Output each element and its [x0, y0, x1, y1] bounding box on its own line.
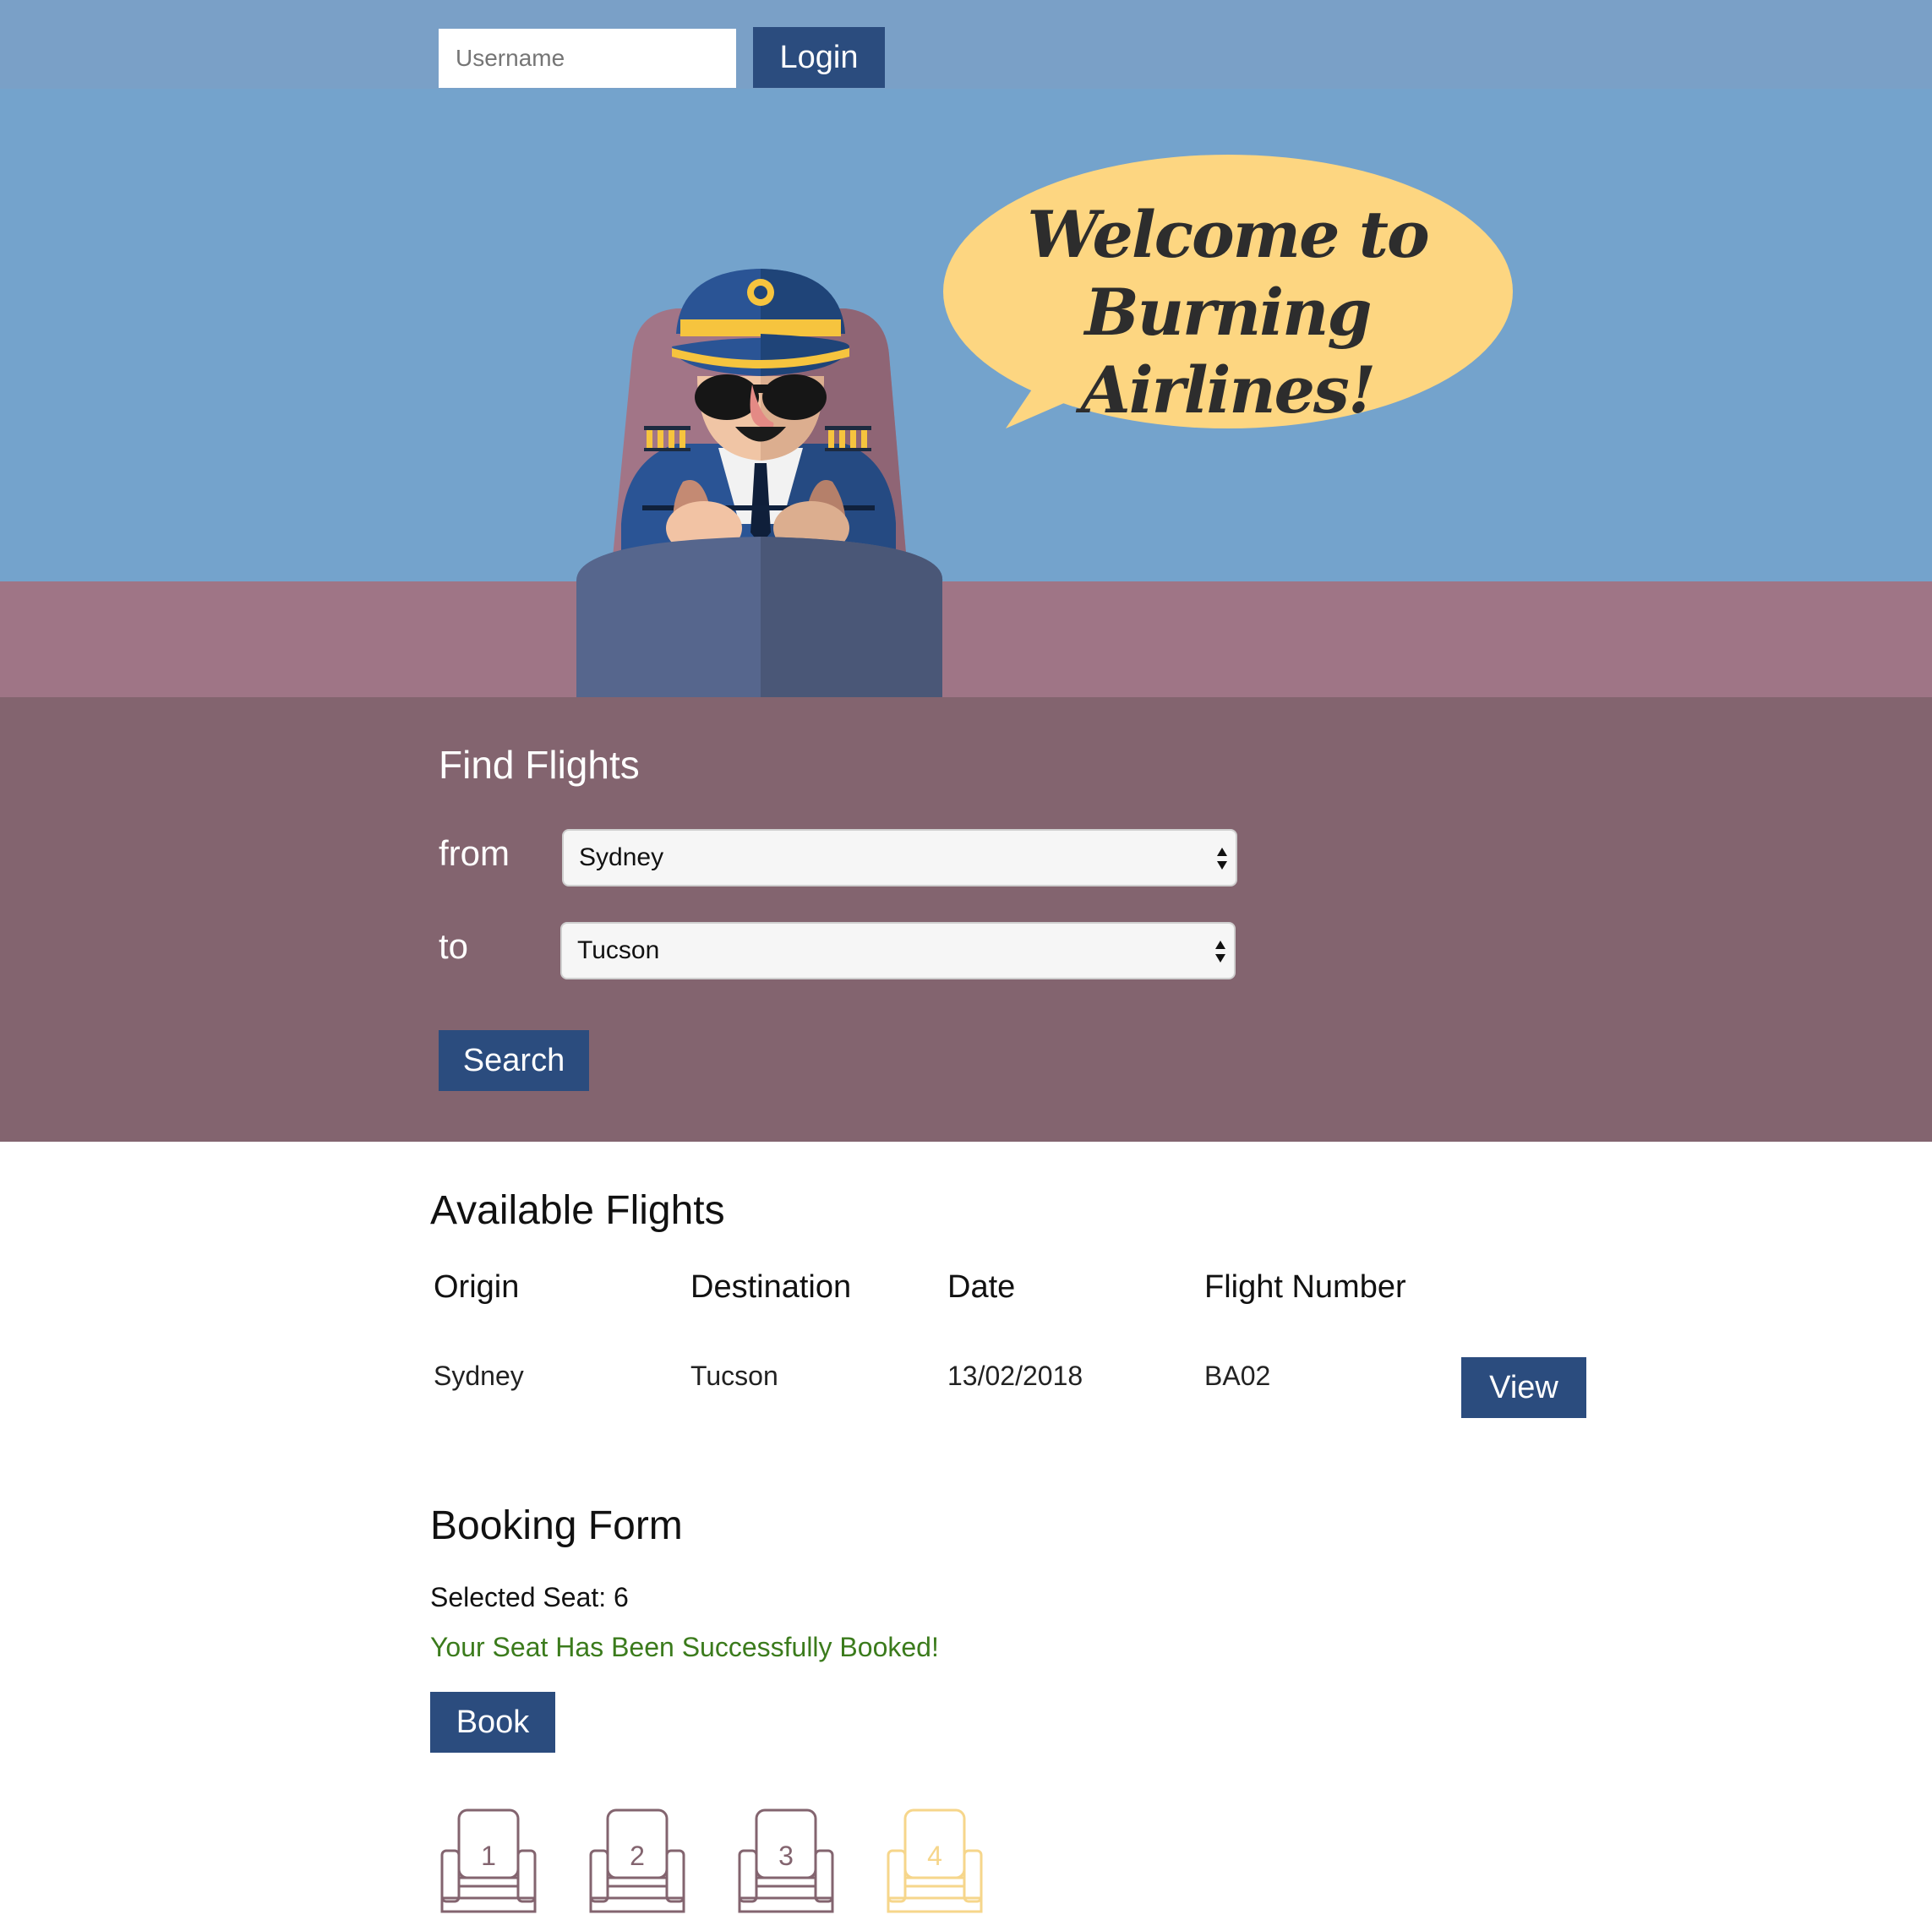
- to-select-value: Tucson: [577, 936, 660, 964]
- search-button[interactable]: Search: [439, 1030, 589, 1091]
- find-flights-title: Find Flights: [439, 743, 640, 787]
- from-select[interactable]: Sydney: [562, 829, 1237, 886]
- column-header-date: Date: [947, 1269, 1016, 1305]
- view-flight-button[interactable]: View: [1461, 1357, 1586, 1418]
- cell-origin: Sydney: [434, 1361, 524, 1391]
- seat-number: 2: [630, 1841, 645, 1871]
- booking-form-title: Booking Form: [430, 1503, 683, 1548]
- column-header-flight-number: Flight Number: [1204, 1269, 1406, 1305]
- seat-number: 4: [927, 1841, 942, 1871]
- success-message: Your Seat Has Been Successfully Booked!: [430, 1632, 939, 1662]
- select-arrows-icon: [1215, 941, 1225, 963]
- seat-number: 3: [778, 1841, 794, 1871]
- search-panel: [0, 697, 1932, 1142]
- selected-seat-text: Selected Seat: 6: [430, 1582, 629, 1612]
- seat-4[interactable]: 4: [887, 1808, 983, 1913]
- to-label: to: [439, 926, 469, 966]
- cell-date: 13/02/2018: [947, 1361, 1083, 1391]
- welcome-heading: Welcome to Burning Airlines!: [1027, 197, 1429, 428]
- available-flights-title: Available Flights: [430, 1188, 725, 1233]
- column-header-origin: Origin: [434, 1269, 520, 1305]
- from-label: from: [439, 833, 510, 873]
- from-select-value: Sydney: [579, 843, 664, 871]
- seat-number: 1: [481, 1841, 496, 1871]
- seat-3[interactable]: 3: [738, 1808, 834, 1913]
- cell-flight-number: BA02: [1204, 1361, 1271, 1391]
- to-select[interactable]: Tucson: [560, 922, 1236, 979]
- column-header-destination: Destination: [690, 1269, 852, 1305]
- seat-1[interactable]: 1: [440, 1808, 537, 1913]
- cell-destination: Tucson: [690, 1361, 778, 1391]
- book-button[interactable]: Book: [430, 1692, 555, 1753]
- select-arrows-icon: [1217, 848, 1227, 870]
- seat-2[interactable]: 2: [589, 1808, 685, 1913]
